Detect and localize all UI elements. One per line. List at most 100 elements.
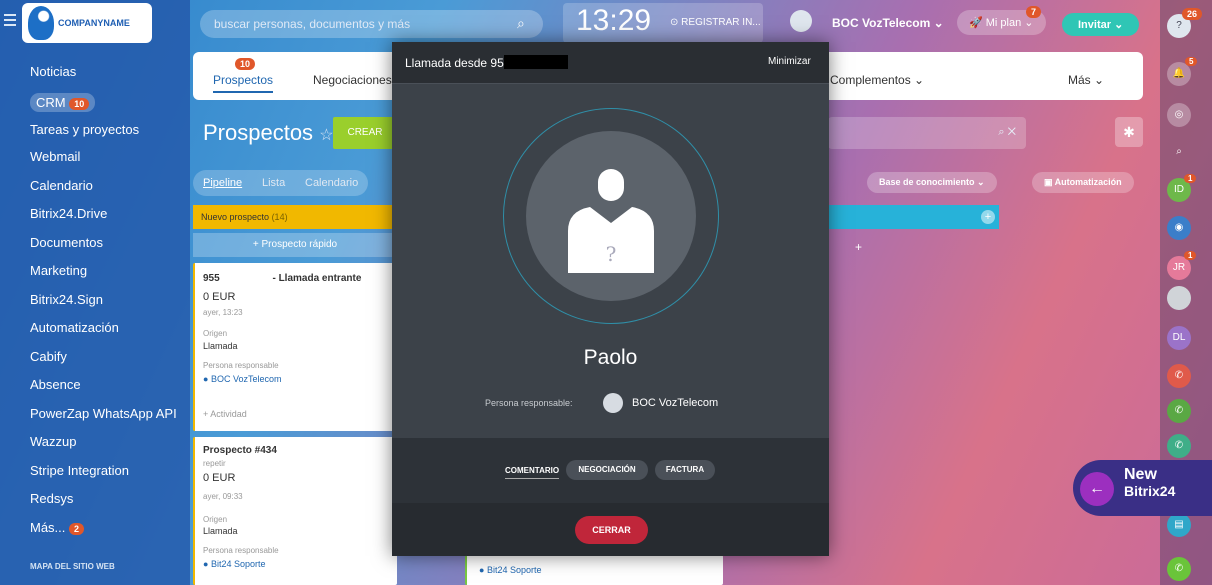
sidebar-item-marketing[interactable]: Marketing (30, 263, 87, 278)
clock-time: 13:29 (576, 4, 652, 37)
tab-negociacion[interactable]: NEGOCIACIÓN (566, 460, 648, 480)
tab-negociaciones[interactable]: Negociaciones (313, 73, 392, 87)
sidebar-item-cabify[interactable]: Cabify (30, 349, 67, 364)
card-resp-label: Persona responsable (203, 546, 279, 555)
arrow-left-icon[interactable]: ← (1080, 472, 1114, 506)
sidebar-item-documentos[interactable]: Documentos (30, 235, 103, 250)
invite-button[interactable]: Invitar ⌄ (1062, 13, 1140, 36)
card-subtitle: repetir (203, 459, 226, 468)
group-chat-icon[interactable]: ◉ (1167, 216, 1191, 240)
tab-prospectos[interactable]: Prospectos (213, 73, 274, 93)
tab-comentario[interactable]: COMENTARIO (505, 466, 560, 479)
sidebar-item-automatizacion[interactable]: Automatización (30, 320, 119, 335)
settings-gear-icon[interactable]: ✱ (1115, 117, 1143, 147)
search-icon[interactable]: ⌕ (517, 15, 525, 32)
tab-factura[interactable]: FACTURA (655, 460, 715, 480)
phone-call-icon[interactable]: ✆ (1167, 557, 1191, 581)
sidebar-item-powerzap[interactable]: PowerZap WhatsApp API (30, 406, 177, 421)
logo-mark-icon (28, 6, 54, 40)
logo-text: COMPANYNAME (58, 18, 130, 28)
plan-badge: 7 (1026, 6, 1042, 18)
add-stage-icon[interactable]: + (855, 240, 862, 254)
view-pipeline[interactable]: Pipeline (203, 177, 242, 189)
card-date: ayer, 13:23 (203, 308, 243, 317)
notify-badge: 5 (1185, 57, 1198, 66)
card-origin: Llamada (203, 526, 238, 536)
view-lista[interactable]: Lista (262, 177, 285, 189)
card-resp[interactable]: ● Bit24 Soporte (203, 559, 265, 569)
add-activity-link[interactable]: + Actividad (203, 409, 247, 419)
page-title: Prospectos ☆ (203, 120, 334, 145)
tab-mas[interactable]: Más ⌄ (1068, 73, 1104, 87)
star-icon[interactable]: ☆ (319, 127, 333, 144)
sidebar-item-crm[interactable]: CRM 10 (30, 93, 96, 112)
sidebar-item-wazzup[interactable]: Wazzup (30, 434, 76, 449)
knowledge-base-button[interactable]: Base de conocimiento ⌄ (867, 172, 997, 193)
sidebar-item-tareas[interactable]: Tareas y proyectos (30, 122, 139, 137)
sidebar-item-absence[interactable]: Absence (30, 377, 81, 392)
quick-prospect-button[interactable]: + Prospecto rápido (193, 233, 397, 257)
card-resp[interactable]: ● BOC VozTelecom (203, 374, 281, 384)
sitemap-link[interactable]: MAPA DEL SITIO WEB (30, 562, 115, 571)
responsible-name[interactable]: BOC VozTelecom (632, 397, 718, 409)
column-header-other[interactable] (826, 205, 999, 229)
phone-icon[interactable]: ✆ (1167, 364, 1191, 388)
card-title[interactable]: Prospecto #434 (203, 445, 277, 456)
card-origin-label: Origen (203, 329, 228, 338)
call-title: Llamada desde 95 (405, 55, 568, 70)
minimize-button[interactable]: Minimizar (768, 56, 811, 67)
sidebar-item-noticias[interactable]: Noticias (30, 64, 76, 79)
promo-text: New Bitrix24 (1124, 466, 1176, 500)
sidebar-item-drive[interactable]: Bitrix24.Drive (30, 206, 107, 221)
card-amount: 0 EUR (203, 291, 236, 303)
close-call-button[interactable]: CERRAR (575, 516, 648, 544)
sidebar-item-redsys[interactable]: Redsys (30, 491, 73, 506)
chat-icon[interactable]: ◎ (1167, 103, 1191, 127)
sidebar-item-calendario[interactable]: Calendario (30, 178, 93, 193)
rail-search-icon[interactable]: ⌕ (1167, 140, 1191, 164)
filter-input[interactable]: ⌕ ✕ (828, 117, 1026, 149)
avatar[interactable] (1167, 286, 1191, 310)
prospect-card[interactable]: Prospecto #434 repetir 0 EUR ayer, 09:33… (193, 437, 397, 585)
card-date: ayer, 09:33 (203, 492, 243, 501)
user-menu[interactable]: BOC VozTelecom ⌄ (832, 16, 944, 30)
user-silhouette-icon: ? (568, 169, 654, 273)
avatar[interactable]: DL (1167, 326, 1191, 350)
menu-icon[interactable] (4, 14, 16, 26)
id-badge: 1 (1184, 174, 1197, 183)
view-calendario[interactable]: Calendario (305, 177, 358, 189)
sidebar-item-sign[interactable]: Bitrix24.Sign (30, 292, 103, 307)
create-button[interactable]: CREAR (333, 117, 397, 149)
sidebar-item-mas[interactable]: Más... 2 (30, 520, 85, 535)
automation-button[interactable]: ▣ Automatización (1032, 172, 1134, 193)
file-icon[interactable]: ▤ (1167, 513, 1191, 537)
card-origin-label: Origen (203, 515, 228, 524)
sidebar-item-stripe[interactable]: Stripe Integration (30, 463, 129, 478)
card-resp-label: Persona responsable (203, 361, 279, 370)
jr-badge: 1 (1184, 251, 1197, 260)
card-resp[interactable]: ● Bit24 Soporte (479, 565, 541, 575)
help-badge: 26 (1182, 8, 1203, 20)
global-search-input[interactable]: buscar personas, documentos y más (200, 10, 543, 38)
caller-avatar: ? (526, 131, 696, 301)
tab-complementos[interactable]: Complementos ⌄ (830, 73, 924, 87)
responsible-label: Persona responsable: (485, 398, 573, 408)
prospectos-badge: 10 (235, 58, 256, 70)
sidebar-item-webmail[interactable]: Webmail (30, 149, 80, 164)
card-title[interactable]: 955 - Llamada entrante (203, 271, 361, 284)
mas-badge: 2 (69, 523, 85, 535)
user-avatar[interactable] (790, 10, 812, 32)
register-button[interactable]: ⊙ REGISTRAR IN... (670, 17, 761, 28)
company-logo[interactable]: COMPANYNAME (22, 3, 152, 43)
svg-text:?: ? (606, 242, 617, 266)
phone-icon[interactable]: ✆ (1167, 399, 1191, 423)
responsible-avatar (603, 393, 623, 413)
card-amount: 0 EUR (203, 472, 236, 484)
prospect-card[interactable]: 955 - Llamada entrante 0 EUR ayer, 13:23… (193, 263, 397, 431)
add-column-icon[interactable]: + (981, 210, 995, 224)
phone-icon[interactable]: ✆ (1167, 434, 1191, 458)
caller-name: Paolo (583, 346, 638, 369)
prospect-card[interactable]: ● Bit24 Soporte (465, 555, 723, 585)
card-origin: Llamada (203, 341, 238, 351)
column-header-nuevo[interactable]: Nuevo prospecto (14) (193, 205, 397, 229)
